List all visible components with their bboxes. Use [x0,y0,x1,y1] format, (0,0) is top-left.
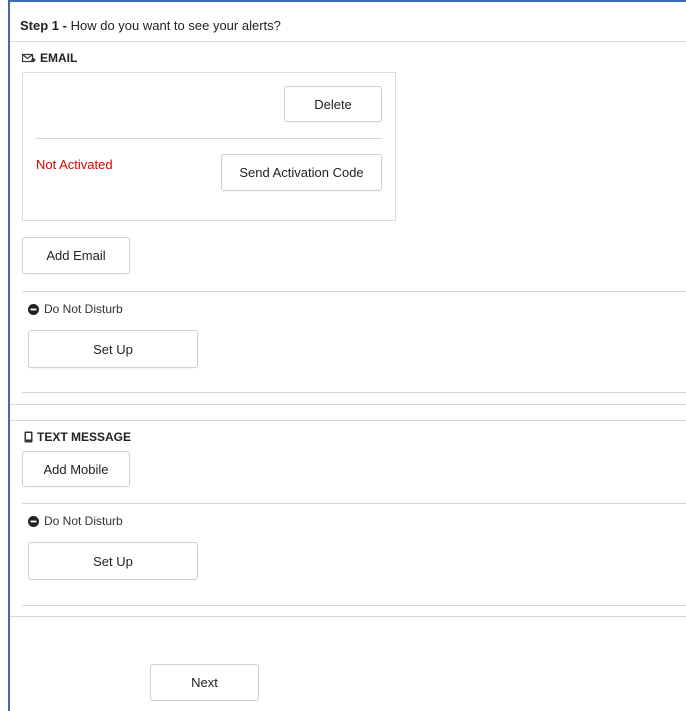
mobile-phone-icon [24,431,33,443]
divider [10,616,686,617]
divider [22,605,686,606]
send-activation-code-button[interactable]: Send Activation Code [221,154,382,191]
activation-status: Not Activated [36,157,113,172]
delete-button[interactable]: Delete [284,86,382,122]
step-number: Step 1 - [20,18,67,33]
dnd-text: Do Not Disturb [44,302,123,316]
next-button[interactable]: Next [150,664,259,701]
text-message-section-label: TEXT MESSAGE [24,430,131,444]
divider [10,41,686,42]
card-divider [36,138,382,139]
minus-circle-icon [28,515,39,527]
email-section-title: EMAIL [40,51,78,65]
divider [22,291,686,292]
minus-circle-icon [28,303,39,315]
divider [22,392,686,393]
add-email-button[interactable]: Add Email [22,237,130,274]
text-dnd-label: Do Not Disturb [28,514,123,528]
text-dnd-setup-button[interactable]: Set Up [28,542,198,580]
step-question: How do you want to see your alerts? [70,18,281,33]
email-section-label: EMAIL [22,51,77,65]
divider [10,420,686,421]
divider [10,404,686,405]
email-dnd-label: Do Not Disturb [28,302,123,316]
envelope-icon [22,53,36,64]
email-dnd-setup-button[interactable]: Set Up [28,330,198,368]
add-mobile-button[interactable]: Add Mobile [22,451,130,487]
dnd-text: Do Not Disturb [44,514,123,528]
divider [22,503,686,504]
step-header: Step 1 - How do you want to see your ale… [20,18,281,33]
text-message-section-title: TEXT MESSAGE [37,430,132,444]
